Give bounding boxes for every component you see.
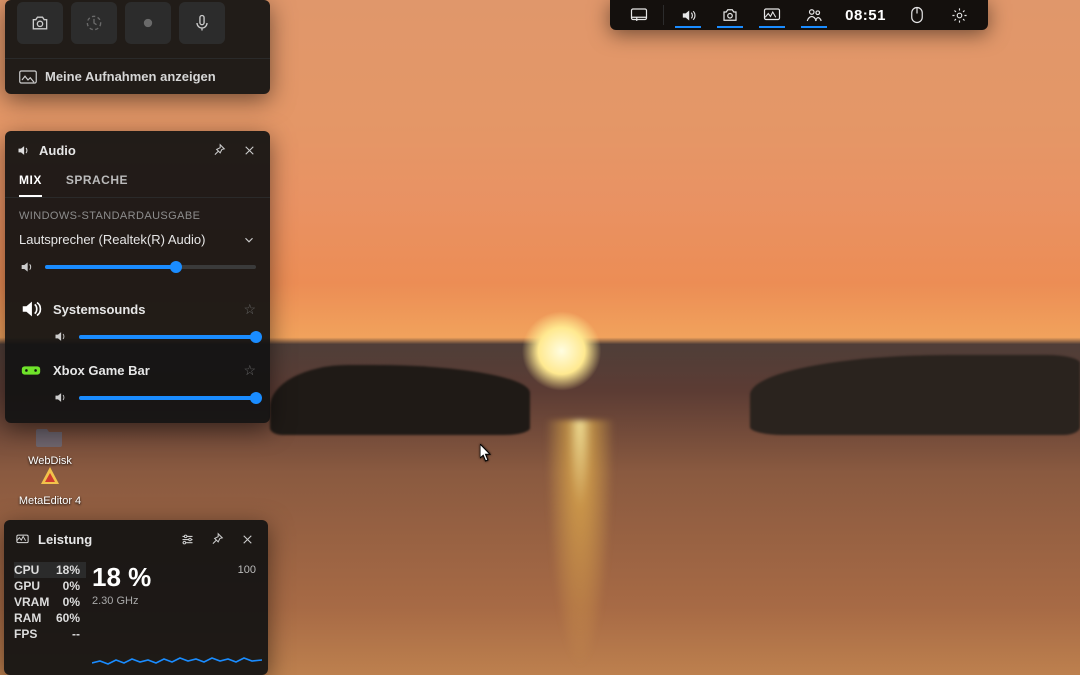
performance-icon xyxy=(14,531,30,547)
graph-ymax: 100 xyxy=(238,564,256,576)
close-icon xyxy=(243,144,256,157)
pin-icon xyxy=(210,532,224,546)
app-volume-systemsounds: Systemsounds ☆ xyxy=(5,289,270,350)
favorite-toggle[interactable]: ☆ xyxy=(243,301,256,318)
camera-icon xyxy=(721,6,739,24)
xbox-social-button[interactable] xyxy=(793,0,835,30)
capture-widget: Meine Aufnahmen anzeigen xyxy=(5,0,270,94)
speaker-icon xyxy=(53,329,69,344)
mic-toggle-button[interactable] xyxy=(179,2,225,44)
sliders-icon xyxy=(180,532,195,547)
desktop-icon-metaeditor[interactable]: MetaEditor 4 xyxy=(10,460,90,507)
app-icon xyxy=(34,460,66,492)
pin-icon xyxy=(212,143,226,157)
app-volume-xbox-game-bar: Xbox Game Bar ☆ xyxy=(5,350,270,411)
output-device-name: Lautsprecher (Realtek(R) Audio) xyxy=(19,232,205,247)
tab-mix[interactable]: MIX xyxy=(19,167,42,197)
app-volume-slider[interactable] xyxy=(79,396,256,400)
tab-sprache[interactable]: SPRACHE xyxy=(66,167,128,197)
pin-button[interactable] xyxy=(208,139,230,161)
speaker-icon xyxy=(680,7,697,24)
mic-icon xyxy=(192,13,212,33)
app-volume-slider[interactable] xyxy=(79,335,256,339)
show-captures-button[interactable]: Meine Aufnahmen anzeigen xyxy=(5,58,270,94)
stat-row-cpu[interactable]: CPU 18% xyxy=(14,562,86,578)
output-device-select[interactable]: Lautsprecher (Realtek(R) Audio) xyxy=(5,228,270,253)
stat-row-vram[interactable]: VRAM 0% xyxy=(14,594,86,610)
speaker-icon xyxy=(19,297,43,321)
speaker-icon xyxy=(19,259,35,275)
close-button[interactable] xyxy=(236,528,258,550)
game-bar-control-bar: 08:51 xyxy=(610,0,988,30)
mouse-button[interactable] xyxy=(896,0,938,30)
gear-icon xyxy=(951,7,968,24)
desktop-icon-label: MetaEditor 4 xyxy=(19,495,81,507)
clock: 08:51 xyxy=(835,0,896,30)
widgets-button[interactable] xyxy=(618,0,660,30)
master-volume-slider[interactable] xyxy=(45,265,256,269)
cpu-sparkline xyxy=(92,645,262,669)
widgets-icon xyxy=(630,7,648,23)
current-percentage: 18 % xyxy=(92,562,256,593)
record-icon xyxy=(138,13,158,33)
close-icon xyxy=(241,533,254,546)
pin-button[interactable] xyxy=(206,528,228,550)
stat-row-gpu[interactable]: GPU 0% xyxy=(14,578,86,594)
record-last-button[interactable] xyxy=(71,2,117,44)
camera-icon xyxy=(30,13,50,33)
screenshot-button[interactable] xyxy=(17,2,63,44)
wallpaper-sun-reflection xyxy=(545,420,615,670)
gallery-icon xyxy=(19,70,37,84)
app-name-label: Systemsounds xyxy=(53,302,233,317)
xbox-icon xyxy=(19,358,43,382)
folder-icon xyxy=(34,420,66,452)
stat-row-ram[interactable]: RAM 60% xyxy=(14,610,86,626)
perf-options-button[interactable] xyxy=(176,528,198,550)
audio-widget-title: Audio xyxy=(39,143,76,158)
start-record-button[interactable] xyxy=(125,2,171,44)
settings-button[interactable] xyxy=(938,0,980,30)
performance-widget: Leistung CPU 18% GPU 0% VRAM 0% xyxy=(4,520,268,675)
capture-button[interactable] xyxy=(709,0,751,30)
social-icon xyxy=(805,6,823,24)
audio-button[interactable] xyxy=(667,0,709,30)
audio-widget: Audio MIX SPRACHE WINDOWS-STANDARDAUSGAB… xyxy=(5,131,270,423)
history-icon xyxy=(84,13,104,33)
default-output-label: WINDOWS-STANDARDAUSGABE xyxy=(5,198,270,228)
performance-button[interactable] xyxy=(751,0,793,30)
mouse-icon xyxy=(910,6,924,24)
app-name-label: Xbox Game Bar xyxy=(53,363,233,378)
show-captures-label: Meine Aufnahmen anzeigen xyxy=(45,69,216,84)
favorite-toggle[interactable]: ☆ xyxy=(243,362,256,379)
performance-title: Leistung xyxy=(38,532,92,547)
stat-row-fps[interactable]: FPS -- xyxy=(14,626,86,642)
close-button[interactable] xyxy=(238,139,260,161)
speaker-icon xyxy=(53,390,69,405)
chevron-down-icon xyxy=(242,233,256,247)
stat-list: CPU 18% GPU 0% VRAM 0% RAM 60% FPS -- xyxy=(4,558,86,642)
cpu-frequency: 2.30 GHz xyxy=(92,595,256,607)
performance-icon xyxy=(763,7,781,23)
speaker-icon xyxy=(15,142,31,158)
wallpaper-landmass xyxy=(270,365,530,435)
